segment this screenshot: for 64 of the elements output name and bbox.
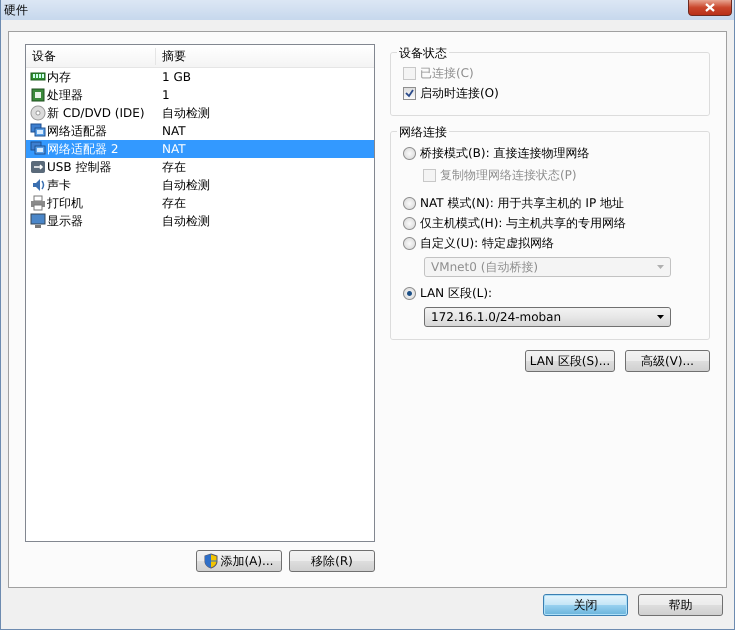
device-summary: NAT (161, 124, 186, 138)
device-row[interactable]: 新 CD/DVD (IDE) 自动检测 (26, 104, 374, 122)
close-icon (705, 3, 715, 12)
device-summary: 自动检测 (161, 212, 210, 230)
shield-icon (204, 553, 218, 569)
device-row[interactable]: 网络适配器 NAT (26, 122, 374, 140)
dropdown-arrow-icon (657, 265, 664, 269)
advanced-button[interactable]: 高级(V)... (625, 350, 710, 372)
network-computers-icon (30, 123, 46, 139)
disc-icon (30, 105, 46, 121)
remove-button[interactable]: 移除(R) (289, 550, 375, 572)
device-summary: 存在 (161, 158, 186, 176)
group-title: 网络连接 (397, 124, 449, 141)
radio-button[interactable] (403, 196, 416, 210)
checkbox-label: 启动时连接(O) (420, 84, 499, 102)
monitor-icon (30, 213, 46, 229)
checkbox-label: 复制物理网络连接状态(P) (440, 166, 577, 184)
dropdown[interactable]: 172.16.1.0/24-moban (424, 307, 671, 327)
device-name: 打印机 (47, 194, 83, 212)
device-name: 显示器 (47, 212, 83, 230)
device-summary: 存在 (161, 194, 186, 212)
close-button[interactable] (688, 0, 732, 16)
device-row[interactable]: 处理器 1 (26, 86, 374, 104)
device-name: 网络适配器 (47, 122, 107, 140)
device-row[interactable]: 内存 1 GB (26, 68, 374, 86)
device-name: 内存 (47, 68, 71, 86)
add-button[interactable]: 添加(A)... (196, 550, 282, 572)
close-dialog-button[interactable]: 关闭 (543, 594, 628, 616)
device-row[interactable]: 打印机 存在 (26, 194, 374, 212)
radio-label: LAN 区段(L): (420, 284, 492, 302)
device-summary: 1 (161, 88, 170, 102)
checkbox[interactable] (403, 86, 416, 100)
device-summary: NAT (161, 142, 186, 156)
device-row[interactable]: USB 控制器 存在 (26, 158, 374, 176)
device-name: 声卡 (47, 176, 71, 194)
device-summary: 1 GB (161, 70, 191, 84)
device-row[interactable]: 显示器 自动检测 (26, 212, 374, 230)
lan-segments-button[interactable]: LAN 区段(S)... (525, 350, 615, 372)
radio-label: NAT 模式(N): 用于共享主机的 IP 地址 (420, 194, 624, 212)
radio-label: 仅主机模式(H): 与主机共享的专用网络 (420, 214, 626, 232)
radio-button[interactable] (403, 216, 416, 230)
radio-button[interactable] (403, 286, 416, 300)
checkbox-label: 已连接(C) (420, 64, 474, 82)
device-summary: 自动检测 (161, 176, 210, 194)
column-header[interactable]: 摘要 (156, 48, 186, 64)
device-name: USB 控制器 (47, 158, 112, 176)
device-name: 新 CD/DVD (IDE) (47, 104, 144, 122)
dropdown-arrow-icon (657, 315, 664, 319)
device-name: 处理器 (47, 86, 83, 104)
radio-button[interactable] (403, 146, 416, 160)
radio-label: 桥接模式(B): 直接连接物理网络 (420, 144, 590, 162)
radio-label: 自定义(U): 特定虚拟网络 (420, 234, 554, 252)
window-title: 硬件 (3, 2, 29, 19)
printer-icon (30, 195, 46, 211)
device-row[interactable]: 声卡 自动检测 (26, 176, 374, 194)
speaker-icon (30, 177, 46, 193)
group-title: 设备状态 (397, 45, 449, 62)
device-name: 网络适配器 2 (47, 140, 118, 158)
chip-icon (30, 87, 46, 103)
device-summary: 自动检测 (161, 104, 210, 122)
radio-button[interactable] (403, 236, 416, 250)
help-button[interactable]: 帮助 (638, 594, 723, 616)
column-header[interactable]: 设备 (26, 48, 156, 64)
network-computers-icon (30, 141, 46, 157)
